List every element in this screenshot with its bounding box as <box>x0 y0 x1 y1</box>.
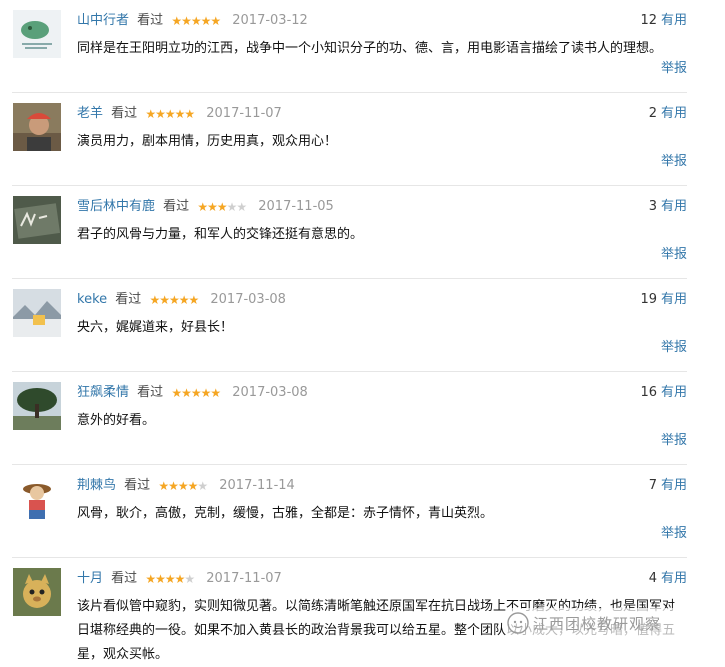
review-text: 同样是在王阳明立功的江西，战争中一个小知识分子的功、德、言，用电影语言描绘了读书… <box>77 41 663 56</box>
useful-button[interactable]: 有用 <box>661 478 687 493</box>
review-text: 演员用力，剧本用情，历史用真，观众用心！ <box>77 134 338 149</box>
username-link[interactable]: 荆棘鸟 <box>77 478 116 493</box>
review-item: 山中行者 看过 ★★★★★ 2017-03-12 12 有用 同样是在王阳明立功的… <box>0 0 725 93</box>
avatar-sticker-icon[interactable] <box>13 10 61 58</box>
useful-button[interactable]: 有用 <box>661 199 687 214</box>
review-meta: 老羊 看过 ★★★★★ 2017-11-07 <box>77 106 282 122</box>
watched-label: 看过 <box>124 478 151 493</box>
star-empty-icon: ★★ <box>226 200 247 214</box>
useful-count: 19 <box>640 292 657 307</box>
report-link[interactable]: 举报 <box>661 154 687 170</box>
wechat-icon <box>507 612 529 634</box>
review-text: 风骨，耿介，高傲，克制，缓慢，古雅，全都是：赤子情怀，青山英烈。 <box>77 506 494 521</box>
report-link[interactable]: 举报 <box>661 526 687 542</box>
avatar-landscape-icon[interactable] <box>13 289 61 337</box>
review-meta: 山中行者 看过 ★★★★★ 2017-03-12 <box>77 13 308 29</box>
report-link[interactable]: 举报 <box>661 340 687 356</box>
review-text: 意外的好看。 <box>77 413 156 428</box>
useful-button[interactable]: 有用 <box>661 13 687 28</box>
watched-label: 看过 <box>111 571 138 586</box>
review-item: 雪后林中有鹿 看过 ★★★★★ 2017-11-05 3 有用 君子的风骨与力量，… <box>0 186 725 279</box>
rating-stars: ★★★★★ <box>197 199 247 215</box>
review-meta: keke 看过 ★★★★★ 2017-03-08 <box>77 292 286 308</box>
avatar-doll-icon[interactable] <box>13 475 61 523</box>
review-date: 2017-11-07 <box>206 571 282 586</box>
report-link[interactable]: 举报 <box>661 247 687 263</box>
username-link[interactable]: 狂飙柔情 <box>77 385 129 400</box>
watched-label: 看过 <box>163 199 190 214</box>
rating-stars: ★★★★★ <box>145 571 195 587</box>
star-filled-icon: ★★★★★ <box>171 386 221 400</box>
review-meta: 十月 看过 ★★★★★ 2017-11-07 <box>77 571 282 587</box>
review-item: keke 看过 ★★★★★ 2017-03-08 19 有用 央六，娓娓道来，好县… <box>0 279 725 372</box>
star-filled-icon: ★★★★★ <box>145 107 195 121</box>
review-date: 2017-03-08 <box>210 292 286 307</box>
watched-label: 看过 <box>137 385 164 400</box>
star-filled-icon: ★★★★ <box>145 572 185 586</box>
useful-count: 2 <box>648 106 657 121</box>
useful-vote: 12 有用 <box>640 13 687 29</box>
rating-stars: ★★★★★ <box>145 106 195 122</box>
useful-vote: 16 有用 <box>640 385 687 401</box>
username-link[interactable]: 十月 <box>77 571 103 586</box>
useful-button[interactable]: 有用 <box>661 571 687 586</box>
report-link[interactable]: 举报 <box>661 433 687 449</box>
useful-count: 12 <box>640 13 657 28</box>
review-date: 2017-11-05 <box>258 199 334 214</box>
review-meta: 荆棘鸟 看过 ★★★★★ 2017-11-14 <box>77 478 295 494</box>
rating-stars: ★★★★★ <box>171 385 221 401</box>
review-date: 2017-03-12 <box>232 13 308 28</box>
watermark: 江西团校教研观察 <box>507 608 705 638</box>
watched-label: 看过 <box>111 106 138 121</box>
useful-button[interactable]: 有用 <box>661 385 687 400</box>
avatar-cat-icon[interactable] <box>13 568 61 616</box>
username-link[interactable]: 雪后林中有鹿 <box>77 199 155 214</box>
star-filled-icon: ★★★★★ <box>149 293 199 307</box>
useful-vote: 3 有用 <box>649 199 687 215</box>
rating-stars: ★★★★★ <box>149 292 199 308</box>
username-link[interactable]: 老羊 <box>77 106 103 121</box>
review-meta: 雪后林中有鹿 看过 ★★★★★ 2017-11-05 <box>77 199 334 215</box>
useful-vote: 2 有用 <box>649 106 687 122</box>
review-text: 央六，娓娓道来，好县长！ <box>77 320 234 335</box>
rating-stars: ★★★★★ <box>171 13 221 29</box>
useful-button[interactable]: 有用 <box>661 292 687 307</box>
review-item: 狂飙柔情 看过 ★★★★★ 2017-03-08 16 有用 意外的好看。 举报 <box>0 372 725 465</box>
rating-stars: ★★★★★ <box>158 478 208 494</box>
avatar-tree-icon[interactable] <box>13 382 61 430</box>
review-text: 君子的风骨与力量，和军人的交锋还挺有意思的。 <box>77 227 364 242</box>
review-item: 荆棘鸟 看过 ★★★★★ 2017-11-14 7 有用 风骨，耿介，高傲，克制，… <box>0 465 725 558</box>
review-meta: 狂飙柔情 看过 ★★★★★ 2017-03-08 <box>77 385 308 401</box>
useful-count: 7 <box>648 478 657 493</box>
useful-vote: 4 有用 <box>649 571 687 587</box>
watched-label: 看过 <box>115 292 142 307</box>
review-item: 老羊 看过 ★★★★★ 2017-11-07 2 有用 演员用力，剧本用情，历史用… <box>0 93 725 186</box>
review-date: 2017-03-08 <box>232 385 308 400</box>
watermark-text: 江西团校教研观察 <box>533 614 662 633</box>
useful-vote: 7 有用 <box>649 478 687 494</box>
avatar-chalkboard-icon[interactable] <box>13 196 61 244</box>
review-list: 山中行者 看过 ★★★★★ 2017-03-12 12 有用 同样是在王阳明立功的… <box>0 0 725 662</box>
review-date: 2017-11-07 <box>206 106 282 121</box>
star-filled-icon: ★★★★★ <box>171 14 221 28</box>
avatar-person-icon[interactable] <box>13 103 61 151</box>
useful-button[interactable]: 有用 <box>661 106 687 121</box>
report-link[interactable]: 举报 <box>661 61 687 77</box>
review-date: 2017-11-14 <box>219 478 295 493</box>
star-filled-icon: ★★★ <box>197 200 227 214</box>
watched-label: 看过 <box>137 13 164 28</box>
username-link[interactable]: keke <box>77 292 107 307</box>
useful-count: 4 <box>648 571 657 586</box>
username-link[interactable]: 山中行者 <box>77 13 129 28</box>
useful-count: 16 <box>640 385 657 400</box>
useful-vote: 19 有用 <box>640 292 687 308</box>
star-empty-icon: ★ <box>197 479 208 493</box>
star-filled-icon: ★★★★ <box>158 479 198 493</box>
useful-count: 3 <box>648 199 657 214</box>
star-empty-icon: ★ <box>184 572 195 586</box>
